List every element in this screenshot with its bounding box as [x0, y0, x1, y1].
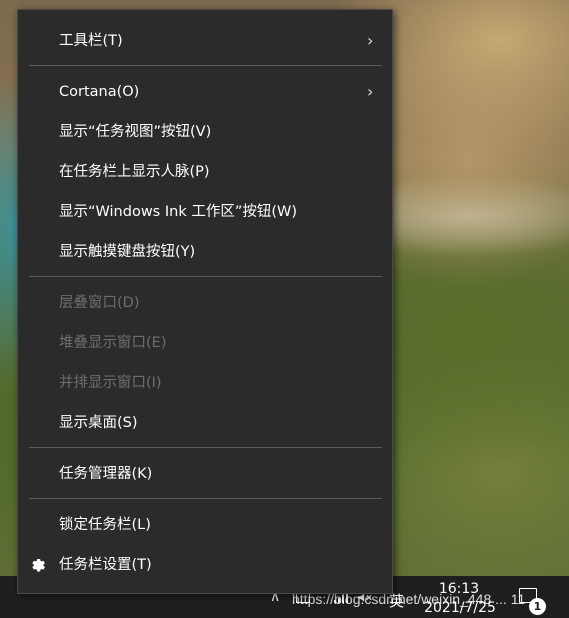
chevron-right-icon: ›: [367, 82, 374, 101]
menu-item-toolbars[interactable]: 工具栏(T) ›: [18, 23, 392, 59]
notification-count-badge: 1: [529, 598, 546, 615]
menu-item-show-people[interactable]: 在任务栏上显示人脉(P): [18, 154, 392, 190]
menu-item-label: 显示桌面(S): [59, 415, 138, 431]
menu-item-cascade-windows[interactable]: 层叠窗口(D): [18, 285, 392, 321]
menu-item-label: 堆叠显示窗口(E): [59, 335, 167, 351]
menu-item-label: 层叠窗口(D): [59, 295, 140, 311]
menu-item-label: 显示触摸键盘按钮(Y): [59, 244, 196, 260]
menu-item-show-touch-keyboard-button[interactable]: 显示触摸键盘按钮(Y): [18, 234, 392, 270]
clock-date[interactable]: 2021/7/25: [420, 600, 500, 616]
menu-item-label: 在任务栏上显示人脉(P): [59, 164, 210, 180]
menu-item-side-by-side-windows[interactable]: 并排显示窗口(I): [18, 365, 392, 401]
menu-separator: [29, 447, 382, 448]
menu-item-label: 显示“任务视图”按钮(V): [59, 124, 212, 140]
menu-separator: [29, 498, 382, 499]
menu-item-stack-windows[interactable]: 堆叠显示窗口(E): [18, 325, 392, 361]
gear-icon: [32, 559, 45, 572]
menu-item-lock-taskbar[interactable]: 锁定任务栏(L): [18, 507, 392, 543]
menu-item-label: 显示“Windows Ink 工作区”按钮(W): [59, 204, 297, 220]
menu-separator: [29, 65, 382, 66]
menu-item-task-manager[interactable]: 任务管理器(K): [18, 456, 392, 492]
clock-time[interactable]: 16:13: [434, 581, 484, 597]
menu-item-label: 并排显示窗口(I): [59, 375, 162, 391]
menu-item-label: 锁定任务栏(L): [59, 517, 151, 533]
chevron-right-icon: ›: [367, 31, 374, 50]
menu-item-label: 任务栏设置(T): [59, 557, 152, 573]
menu-item-label: Cortana(O): [59, 84, 140, 100]
menu-separator: [29, 276, 382, 277]
menu-item-show-windows-ink-button[interactable]: 显示“Windows Ink 工作区”按钮(W): [18, 194, 392, 230]
menu-item-label: 工具栏(T): [59, 33, 123, 49]
taskbar-context-menu: 工具栏(T) › Cortana(O) › 显示“任务视图”按钮(V) 在任务栏…: [17, 9, 393, 594]
menu-item-taskbar-settings[interactable]: 任务栏设置(T): [18, 547, 392, 583]
menu-item-cortana[interactable]: Cortana(O) ›: [18, 74, 392, 110]
menu-item-show-desktop[interactable]: 显示桌面(S): [18, 405, 392, 441]
menu-item-label: 任务管理器(K): [59, 466, 153, 482]
menu-item-show-task-view-button[interactable]: 显示“任务视图”按钮(V): [18, 114, 392, 150]
